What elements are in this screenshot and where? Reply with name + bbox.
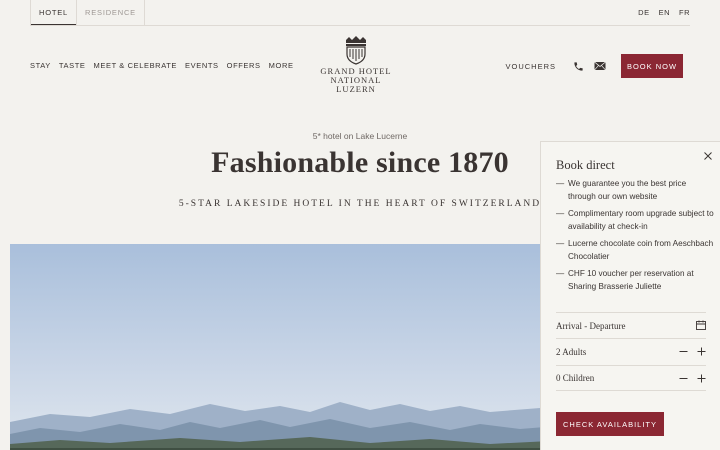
vouchers-link[interactable]: VOUCHERS: [505, 62, 556, 71]
list-item: Lucerne chocolate coin from Aeschbach Ch…: [556, 237, 716, 263]
header-divider: [30, 25, 690, 26]
nav-taste[interactable]: TASTE: [59, 61, 86, 70]
close-icon[interactable]: [703, 148, 713, 160]
language-switcher: DE EN FR: [638, 8, 690, 17]
children-stepper: [678, 373, 706, 383]
date-range-field[interactable]: Arrival - Departure: [556, 312, 706, 338]
plus-icon[interactable]: [696, 347, 706, 357]
plus-icon[interactable]: [696, 373, 706, 383]
calendar-icon[interactable]: [696, 320, 706, 332]
list-item: We guarantee you the best price through …: [556, 177, 716, 203]
booking-panel-title: Book direct: [556, 158, 615, 172]
children-count: 0 Children: [556, 373, 595, 383]
mail-icon[interactable]: [594, 60, 606, 72]
hotel-logo[interactable]: GRAND HOTEL NATIONAL LUZERN: [316, 35, 396, 94]
phone-icon[interactable]: [572, 60, 584, 72]
nav-more[interactable]: MORE: [269, 61, 294, 70]
tab-residence[interactable]: RESIDENCE: [77, 0, 145, 25]
benefits-list: We guarantee you the best price through …: [556, 177, 716, 297]
minus-icon[interactable]: [678, 347, 688, 357]
nav-offers[interactable]: OFFERS: [227, 61, 261, 70]
nav-stay[interactable]: STAY: [30, 61, 51, 70]
nav-meet-celebrate[interactable]: MEET & CELEBRATE: [94, 61, 178, 70]
adults-field: 2 Adults: [556, 338, 706, 364]
utility-nav: VOUCHERS BOOK NOW: [505, 54, 683, 78]
list-item: Complimentary room upgrade subject to av…: [556, 207, 716, 233]
tab-hotel[interactable]: HOTEL: [30, 0, 78, 25]
nav-events[interactable]: EVENTS: [185, 61, 219, 70]
date-range-label: Arrival - Departure: [556, 320, 626, 331]
booking-panel: Book direct We guarantee you the best pr…: [540, 141, 720, 450]
adults-stepper: [678, 347, 706, 357]
check-availability-button[interactable]: CHECK AVAILABILITY: [556, 412, 664, 436]
lang-en[interactable]: EN: [659, 8, 670, 17]
crest-icon: [346, 36, 366, 65]
main-nav: STAY TASTE MEET & CELEBRATE EVENTS OFFER…: [30, 61, 294, 70]
book-now-button[interactable]: BOOK NOW: [621, 54, 683, 78]
logo-line-3: LUZERN: [336, 84, 376, 94]
lang-fr[interactable]: FR: [679, 8, 690, 17]
property-tabs: HOTEL RESIDENCE: [30, 0, 145, 25]
lang-de[interactable]: DE: [638, 8, 649, 17]
minus-icon[interactable]: [678, 373, 688, 383]
children-field: 0 Children: [556, 365, 706, 391]
list-item: CHF 10 voucher per reservation at Sharin…: [556, 267, 716, 293]
hero-subtitle: 5* hotel on Lake Lucerne: [312, 131, 408, 141]
adults-count: 2 Adults: [556, 346, 587, 357]
